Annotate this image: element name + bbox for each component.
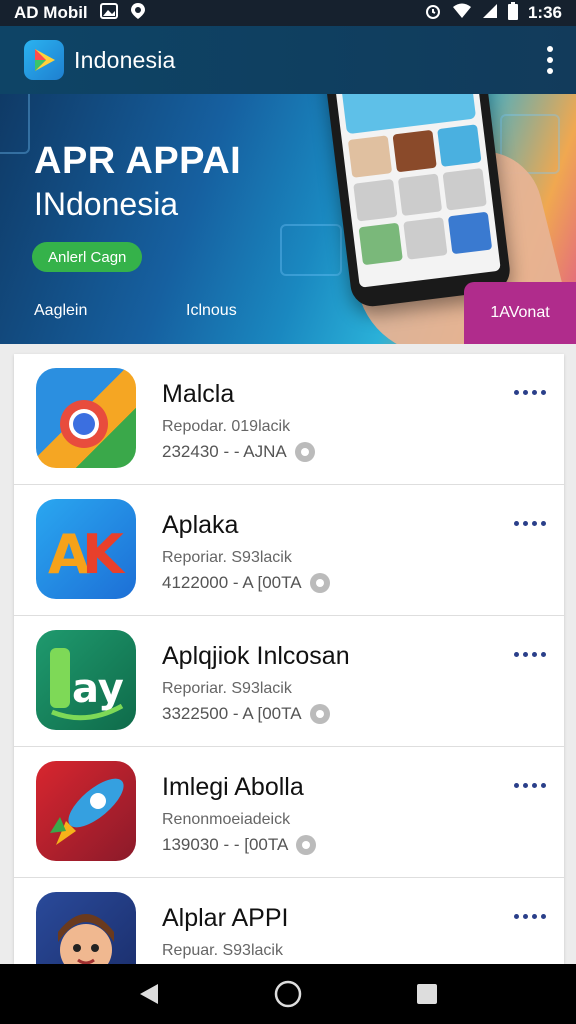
app-list: Malcla Repodar. 019lacik 232430 - - AJNA… — [14, 354, 564, 964]
alarm-icon — [424, 2, 442, 25]
hero-subtitle: INdonesia — [34, 186, 179, 222]
item-title: Imlegi Abolla — [162, 773, 304, 801]
list-item[interactable]: Imlegi Abolla Renonmoeiadeick 139030 - -… — [14, 747, 564, 878]
more-horizontal-icon[interactable] — [514, 652, 546, 657]
play-logo-icon[interactable] — [24, 40, 64, 80]
signal-icon — [482, 3, 498, 24]
app-title: Indonesia — [74, 46, 176, 73]
battery-icon — [507, 1, 518, 25]
app-bar: Indonesia — [0, 26, 576, 94]
item-title: Aplqjiok Inlcosan — [162, 642, 350, 670]
location-icon — [130, 2, 146, 25]
status-left: AD Mobil — [14, 2, 146, 25]
user-icon — [309, 573, 330, 593]
phone-screen — [331, 94, 501, 288]
phone-illustration — [319, 94, 513, 309]
app-root: AD Mobil 1:36 Indonesia APR APPAI INdone… — [0, 0, 576, 1024]
hero-tab-1[interactable]: Aaglein — [34, 302, 87, 320]
hero-action-button[interactable]: Anlerl Cagn — [32, 242, 143, 272]
user-icon — [309, 704, 330, 724]
item-meta-text: 139030 - - [00TA — [162, 835, 289, 854]
svg-text:K: K — [82, 523, 126, 586]
status-carrier: AD Mobil — [14, 3, 88, 22]
list-item[interactable]: Alplar APPI Repuar. S93lacik — [14, 878, 564, 964]
user-icon — [296, 835, 317, 855]
svg-text:ay: ay — [72, 666, 124, 712]
item-subtitle: Reporiar. S93lacik — [162, 549, 292, 566]
wifi-icon — [452, 3, 472, 24]
more-horizontal-icon[interactable] — [514, 783, 546, 788]
green-app-icon[interactable]: ay — [36, 630, 136, 730]
item-meta-text: 232430 - - AJNA — [162, 442, 287, 461]
item-meta-text: 4122000 - A [00TA — [162, 573, 302, 592]
recents-icon[interactable] — [412, 979, 442, 1009]
image-icon — [99, 2, 118, 24]
rocket-app-icon[interactable] — [36, 761, 136, 861]
hero-banner[interactable]: APR APPAI INdonesia Anlerl Cagn Aaglein … — [0, 94, 576, 344]
more-horizontal-icon[interactable] — [514, 390, 546, 395]
list-item[interactable]: ay Aplqjiok Inlcosan Reporiar. S93lacik … — [14, 616, 564, 747]
status-time: 1:36 — [527, 3, 562, 22]
item-meta: 232430 - - AJNA — [162, 442, 315, 462]
back-icon[interactable] — [134, 979, 164, 1009]
status-right: 1:36 — [424, 1, 562, 25]
apk-app-icon[interactable]: AK — [36, 499, 136, 599]
hero-tab-2[interactable]: Iclnous — [186, 302, 237, 320]
character-app-icon[interactable] — [36, 892, 136, 964]
list-item[interactable]: AK Aplaka Reporiar. S93lacik 4122000 - A… — [14, 485, 564, 616]
hero-tab-3[interactable]: 1AVonat — [464, 282, 576, 344]
item-subtitle: Repuar. S93lacik — [162, 942, 283, 959]
item-meta-text: 3322500 - A [00TA — [162, 704, 302, 723]
item-subtitle: Reporiar. S93lacik — [162, 680, 292, 697]
decorative-frame — [0, 94, 30, 154]
status-bar: AD Mobil 1:36 — [0, 0, 576, 26]
hero-title: APR APPAI — [34, 140, 242, 182]
item-meta: 4122000 - A [00TA — [162, 573, 330, 593]
more-horizontal-icon[interactable] — [514, 914, 546, 919]
item-title: Alplar APPI — [162, 904, 289, 932]
user-icon — [294, 442, 315, 462]
item-subtitle: Renonmoeiadeick — [162, 811, 291, 828]
item-subtitle: Repodar. 019lacik — [162, 418, 291, 435]
item-title: Aplaka — [162, 511, 239, 539]
home-icon[interactable] — [273, 979, 303, 1009]
more-vertical-icon[interactable] — [546, 46, 554, 74]
chrome-style-app-icon[interactable] — [36, 368, 136, 468]
decorative-frame — [280, 224, 342, 276]
item-title: Malcla — [162, 380, 235, 408]
item-meta: 3322500 - A [00TA — [162, 704, 330, 724]
system-nav-bar — [0, 964, 576, 1024]
list-item[interactable]: Malcla Repodar. 019lacik 232430 - - AJNA — [14, 354, 564, 485]
item-meta: 139030 - - [00TA — [162, 835, 317, 855]
more-horizontal-icon[interactable] — [514, 521, 546, 526]
